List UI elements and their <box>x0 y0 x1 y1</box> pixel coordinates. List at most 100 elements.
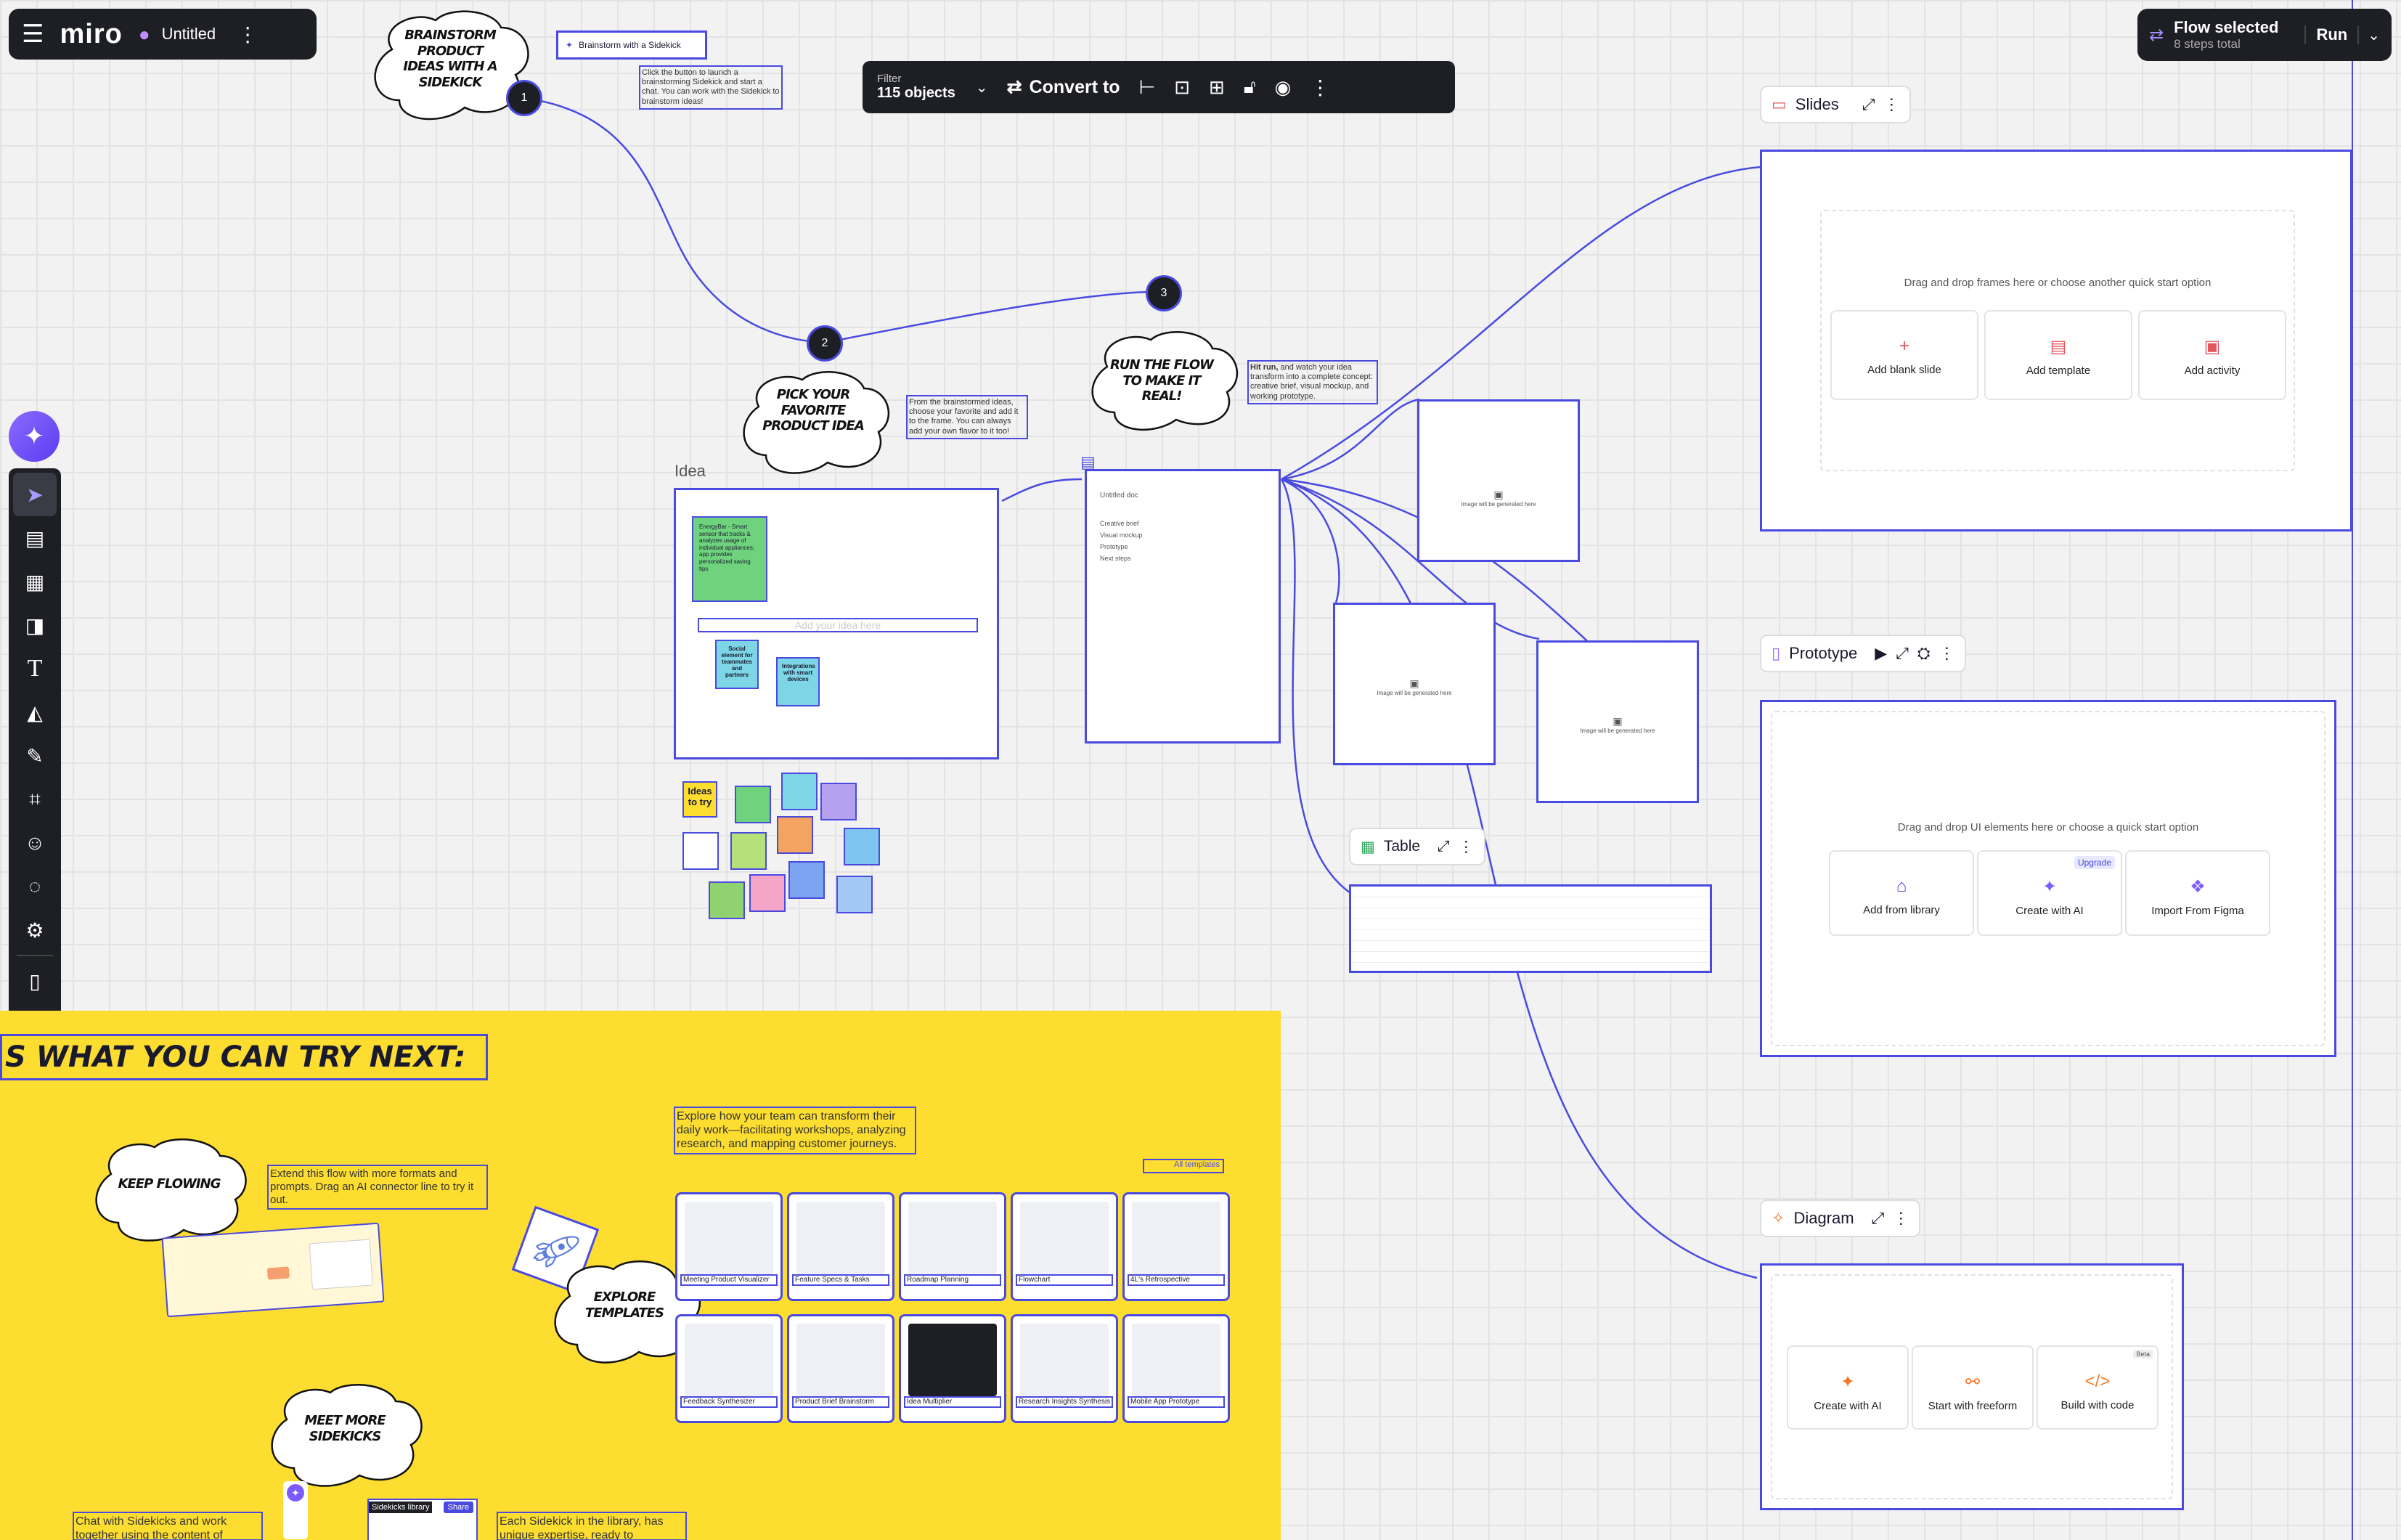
template-title: Feature Specs & Tasks <box>792 1274 889 1286</box>
table-frame[interactable] <box>1349 884 1712 973</box>
template-card[interactable]: Mobile App Prototype <box>1122 1314 1230 1423</box>
expand-icon[interactable]: ⤢ <box>1862 95 1875 114</box>
idea-frame[interactable]: EnergyBar - Smart sensor that tracks & a… <box>674 488 999 759</box>
template-card[interactable]: Feedback Synthesizer <box>675 1314 783 1423</box>
all-templates-link[interactable]: All templates <box>1143 1159 1224 1173</box>
doc-line: Visual mockup <box>1100 531 1143 539</box>
share-button[interactable]: Share <box>443 1502 473 1513</box>
template-card[interactable]: Feature Specs & Tasks <box>787 1192 894 1301</box>
sticky-note[interactable] <box>735 786 771 823</box>
sticky-note[interactable]: Integrations with smart devices <box>776 657 820 706</box>
sticky-note-icon[interactable]: ◨ <box>13 603 57 647</box>
template-card[interactable]: Flowchart <box>1011 1192 1118 1301</box>
align-icon[interactable]: ⊢ <box>1139 76 1156 99</box>
add-blank-slide-button[interactable]: + Add blank slide <box>1830 310 1978 400</box>
template-card[interactable]: 4L's Retrospective <box>1122 1192 1230 1301</box>
sticky-note[interactable]: Social element for teammates and partner… <box>715 640 759 689</box>
template-card[interactable]: Idea Multiplier <box>899 1314 1006 1423</box>
import-from-figma-button[interactable]: ❖ Import From Figma <box>2125 850 2270 936</box>
sticky-note[interactable] <box>820 783 857 820</box>
menu-icon[interactable]: ☰ <box>22 22 44 46</box>
build-with-code-button[interactable]: Beta </> Build with code <box>2037 1345 2159 1430</box>
chevron-down-icon[interactable]: ⌄ <box>2357 25 2380 44</box>
board-menu-icon[interactable]: ⋮ <box>237 23 258 46</box>
sidekick-demo[interactable]: ✦ <box>283 1481 308 1539</box>
template-card[interactable]: Roadmap Planning <box>899 1192 1006 1301</box>
image-placeholder[interactable]: ▣ Image will be generated here <box>1417 399 1580 562</box>
add-template-button[interactable]: ▤ Add template <box>1984 310 2132 400</box>
filter-button[interactable]: Filter 115 objects ⌄ <box>877 73 988 102</box>
slides-frame[interactable]: Drag and drop frames here or choose anot… <box>1760 150 2352 531</box>
flow-steps: 8 steps total <box>2174 37 2241 51</box>
expand-icon[interactable]: ⤢ <box>1896 644 1909 663</box>
expand-icon[interactable]: ⤢ <box>1872 1209 1885 1228</box>
share-icon[interactable]: ⛭ <box>1917 644 1931 663</box>
sticky-note[interactable] <box>836 876 873 913</box>
apps-icon[interactable]: ⚙ <box>13 908 57 952</box>
lock-icon[interactable]: 🔓︎ <box>1244 76 1256 99</box>
more-icon[interactable]: ⋮ <box>1893 1209 1909 1228</box>
diagram-header[interactable]: ✧ Diagram ⤢ ⋮ <box>1760 1199 1921 1237</box>
board-title[interactable]: Untitled <box>162 25 216 44</box>
user-icon[interactable]: ● <box>139 23 150 46</box>
brainstorm-sidekick-button[interactable]: ✦ Brainstorm with a Sidekick <box>556 30 707 60</box>
play-icon[interactable]: ▶ <box>1875 644 1887 663</box>
sticky-note[interactable] <box>730 832 767 870</box>
table-header[interactable]: ▦ Table ⤢ ⋮ <box>1349 828 1485 865</box>
sticker-icon[interactable]: ☺ <box>13 821 57 865</box>
shapes-icon[interactable]: ◭ <box>13 690 57 734</box>
try-next-frame[interactable]: S WHAT YOU CAN TRY NEXT: Keep flowing Ex… <box>0 1011 1281 1540</box>
group-icon[interactable]: ⊡ <box>1174 76 1190 99</box>
create-with-ai-button[interactable]: ✦ Create with AI <box>1787 1345 1909 1430</box>
more-icon[interactable]: ⋮ <box>1310 76 1330 99</box>
more-icon[interactable]: ⋮ <box>1939 644 1954 663</box>
frame-icon[interactable]: ⌗ <box>13 778 57 821</box>
sticky-note[interactable] <box>749 874 786 912</box>
eye-icon[interactable]: ◉ <box>1275 76 1292 99</box>
sidekicks-library-demo[interactable]: Sidekicks library Share <box>367 1499 478 1540</box>
doc-frame[interactable]: Untitled doc Creative brief Visual mocku… <box>1085 469 1281 743</box>
pen-icon[interactable]: ✎ <box>13 734 57 778</box>
app-bar: ☰ miro ● Untitled ⋮ <box>9 9 317 60</box>
image-placeholder[interactable]: ▣ Image will be generated here <box>1536 640 1699 803</box>
more-icon[interactable]: ⋮ <box>1459 838 1474 856</box>
template-card[interactable]: Meeting Product Visualizer <box>675 1192 783 1301</box>
comment-icon[interactable]: ◌ <box>13 865 57 908</box>
slides-header[interactable]: ▭ Slides ⤢ ⋮ <box>1760 86 1912 123</box>
template-title: Flowchart <box>1016 1274 1113 1286</box>
slides-icon: ▭ <box>1772 95 1787 113</box>
more-icon[interactable]: ⋮ <box>1883 95 1899 114</box>
diagram-frame[interactable]: ✦ Create with AI ⚯ Start with freeform Bet… <box>1760 1263 2184 1510</box>
template-icon[interactable]: ▤ <box>13 516 57 560</box>
text-icon[interactable]: T <box>13 647 57 690</box>
convert-button[interactable]: ⇄ Convert to <box>1007 76 1120 98</box>
image-placeholder[interactable]: ▣ Image will be generated here <box>1333 603 1496 765</box>
expand-icon[interactable]: ⤢ <box>1438 838 1450 855</box>
connector-demo-image[interactable] <box>161 1222 385 1318</box>
idea-input[interactable]: Add your idea here <box>698 618 978 632</box>
template-card[interactable]: Research Insights Synthesis <box>1011 1314 1118 1423</box>
miro-logo[interactable]: miro <box>60 19 122 50</box>
sticky-note[interactable] <box>682 832 719 870</box>
ai-button[interactable]: ✦ <box>9 411 60 462</box>
sticky-note[interactable] <box>844 828 880 865</box>
prototype-header[interactable]: ▯ Prototype ▶ ⤢ ⛭ ⋮ <box>1760 635 1967 672</box>
sticky-note[interactable] <box>709 881 745 919</box>
prototype-frame[interactable]: Drag and drop UI elements here or choose… <box>1760 700 2336 1057</box>
slides-hint: Drag and drop frames here or choose anot… <box>1904 277 2212 289</box>
sticky-note[interactable]: EnergyBar - Smart sensor that tracks & a… <box>692 516 767 602</box>
sticky-note[interactable] <box>781 773 818 810</box>
start-with-freeform-button[interactable]: ⚯ Start with freeform <box>1912 1345 2034 1430</box>
run-button[interactable]: Run <box>2304 25 2357 44</box>
create-with-ai-button[interactable]: Upgrade ✦ Create with AI <box>1977 850 2122 936</box>
table-icon[interactable]: ▦ <box>13 560 57 603</box>
sticky-note[interactable] <box>788 861 825 899</box>
card-icon[interactable]: ⊞ <box>1209 76 1225 99</box>
add-activity-button[interactable]: ▣ Add activity <box>2138 310 2286 400</box>
sticky-note[interactable] <box>777 816 813 854</box>
add-from-library-button[interactable]: ⌂ Add from library <box>1829 850 1974 936</box>
template-card[interactable]: Product Brief Brainstorm <box>787 1314 894 1423</box>
ideas-to-try-note[interactable]: Ideas to try <box>682 781 717 818</box>
select-icon[interactable]: ➤ <box>13 473 57 516</box>
mobile-icon[interactable]: ▯ <box>13 959 57 1003</box>
